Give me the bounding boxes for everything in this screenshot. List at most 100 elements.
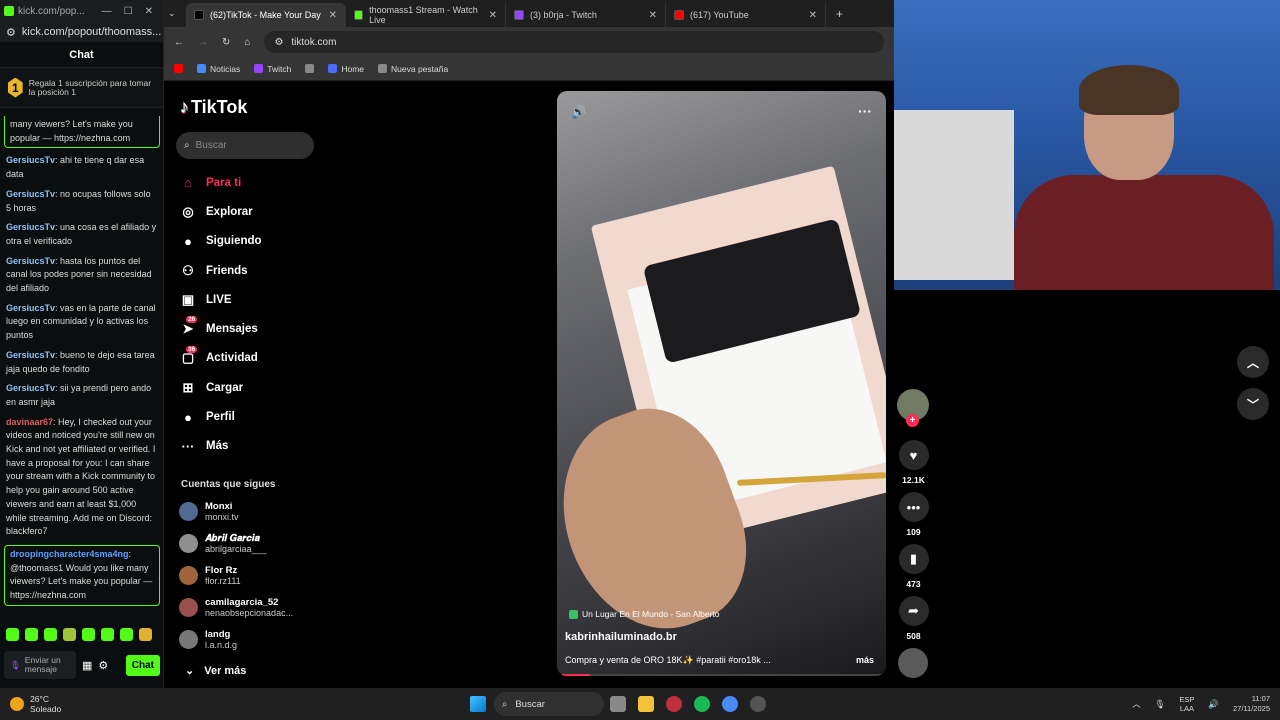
spotify-icon[interactable] [694, 696, 710, 712]
music-disc-icon[interactable] [898, 648, 928, 678]
browser-tab[interactable]: thoomass1 Stream - Watch Live ✕ [346, 3, 506, 27]
see-more-button[interactable]: ⌄ Ver más [185, 664, 246, 678]
browser-tab[interactable]: (62)TikTok - Make Your Day ✕ [186, 3, 346, 27]
url-field[interactable]: ⚙ tiktok.com [264, 31, 884, 53]
volume-tray-icon[interactable]: 🔊 [1208, 699, 1219, 710]
tab-close-icon[interactable]: ✕ [489, 10, 497, 21]
video-more-link[interactable]: más [856, 655, 874, 665]
share-icon[interactable]: ➦ [898, 596, 929, 626]
site-info-icon[interactable]: ⚙ [274, 37, 283, 48]
bookmark-item[interactable]: Noticias [197, 64, 240, 74]
app-icon[interactable] [666, 696, 682, 712]
site-settings-icon[interactable]: ⚙ [6, 26, 16, 39]
chat-username[interactable]: GersiucsTv [6, 189, 55, 199]
chat-username[interactable]: davinaar67 [6, 417, 53, 427]
file-explorer-icon[interactable] [638, 696, 654, 712]
chat-username[interactable]: GersiucsTv [6, 222, 55, 232]
nav-item-perfil[interactable]: ● Perfil [180, 402, 314, 431]
maximize-button[interactable]: ☐ [124, 6, 133, 17]
nav-item-mensajes[interactable]: ➤ Mensajes 26 [180, 314, 314, 343]
emote-icon[interactable] [120, 628, 133, 641]
store-icon[interactable]: ▦ [82, 659, 92, 672]
chat-send-button[interactable]: Chat [125, 654, 160, 676]
emote-icon[interactable] [6, 628, 19, 641]
chrome-icon[interactable] [722, 696, 738, 712]
following-account[interactable]: 𝑨𝒃𝒓𝒊𝒍 𝑮𝒂𝒓𝒄𝒊𝒂 abrilgarciaa___ [179, 533, 267, 554]
comment-icon[interactable]: ••• [898, 492, 929, 522]
back-icon[interactable]: ← [174, 37, 184, 48]
save-action[interactable]: ▮ 473 [897, 544, 930, 589]
nav-item-siguiendo[interactable]: ● Siguiendo [180, 227, 314, 256]
emote-icon[interactable] [101, 628, 114, 641]
start-button[interactable] [470, 696, 486, 712]
settings-gear-icon[interactable]: ⚙ [98, 659, 108, 672]
nav-item-friends[interactable]: ⚇ Friends [180, 256, 314, 285]
chat-username[interactable]: GersiucsTv [6, 383, 55, 393]
tiktok-search-input[interactable]: ⌕ Buscar [176, 132, 314, 159]
tab-close-icon[interactable]: ✕ [329, 10, 337, 21]
emote-icon[interactable] [44, 628, 57, 641]
video-progress[interactable] [557, 674, 886, 676]
weather-widget[interactable]: 26°C Soleado [10, 694, 61, 714]
browser-tab[interactable]: (3) b0rja - Twitch ✕ [506, 3, 666, 27]
tab-close-icon[interactable]: ✕ [809, 10, 817, 21]
taskbar-search[interactable]: ⌕ Buscar [494, 692, 604, 716]
new-tab-icon[interactable]: + [836, 7, 843, 21]
forward-icon[interactable]: → [198, 37, 208, 48]
chat-username[interactable]: GersiucsTv [6, 350, 55, 360]
bookmark-item[interactable]: Home [328, 64, 364, 74]
sub-gift-banner[interactable]: 1 Regala 1 suscripción para tomar la pos… [0, 68, 163, 108]
emote-icon[interactable] [25, 628, 38, 641]
bookmark-icon[interactable]: ▮ [898, 544, 929, 574]
language-indicator[interactable]: ESP LAA [1179, 695, 1194, 713]
task-view-icon[interactable] [610, 696, 626, 712]
following-account[interactable]: camilagarcia_52 nenaobsepcionadac... [179, 597, 293, 618]
nav-item-cargar[interactable]: ⊞ Cargar [180, 373, 314, 402]
tiktok-logo[interactable]: ♪ TikTok [180, 97, 247, 118]
tab-close-icon[interactable]: ✕ [649, 10, 657, 21]
video-username[interactable]: kabrinhailuminado.br [565, 631, 677, 643]
nav-item-actividad[interactable]: ▢ Actividad 36 [180, 344, 314, 373]
more-options-icon[interactable]: ··· [858, 103, 872, 119]
chat-username[interactable]: droopingcharacter4sma4ng [10, 549, 129, 559]
browser-tab[interactable]: (617) YouTube ✕ [666, 3, 826, 27]
mic-icon[interactable]: 🎙 [10, 660, 21, 670]
kick-url-bar[interactable]: ⚙ kick.com/popout/thoomass... [0, 22, 163, 42]
previous-video-button[interactable]: ︿ [1237, 346, 1269, 378]
chat-username[interactable]: GersiucsTv [6, 303, 55, 313]
bookmark-item[interactable] [174, 64, 183, 73]
emote-icon[interactable] [82, 628, 95, 641]
following-account[interactable]: landg l.a.n.d.g [179, 629, 237, 650]
chat-input[interactable]: 🎙 Enviar un mensaje [4, 651, 76, 679]
clock[interactable]: 11:07 27/11/2025 [1233, 694, 1270, 714]
chat-username[interactable]: GersiucsTv [6, 155, 55, 165]
following-account[interactable]: Monxi monxi.tv [179, 501, 239, 522]
tab-list-chevron-icon[interactable]: ⌄ [168, 8, 186, 19]
next-video-button[interactable]: ﹀ [1237, 388, 1269, 420]
bookmark-item[interactable]: Nueva pestaña [378, 64, 448, 74]
emote-icon[interactable] [139, 628, 152, 641]
share-action[interactable]: ➦ 508 [897, 596, 930, 641]
heart-icon[interactable]: ♥ [898, 440, 929, 470]
minimize-button[interactable]: — [102, 6, 112, 17]
mic-tray-icon[interactable]: 🎙 [1155, 699, 1166, 710]
nav-item-ms[interactable]: ··· Más [180, 432, 314, 461]
like-action[interactable]: ♥ 12.1K [897, 440, 930, 485]
tiktok-video-player[interactable]: 🔊 ··· Un Lugar En El Mundo - San Alberto… [557, 91, 886, 676]
comment-action[interactable]: ••• 109 [897, 492, 930, 537]
follow-plus-icon[interactable]: + [906, 414, 919, 427]
nav-item-parati[interactable]: ⌂ Para ti [180, 168, 314, 197]
chat-username[interactable]: GersiucsTv [6, 256, 55, 266]
video-music[interactable]: Un Lugar En El Mundo - San Alberto [569, 609, 720, 619]
reload-icon[interactable]: ↻ [222, 37, 230, 48]
obs-icon[interactable] [750, 696, 766, 712]
emote-icon[interactable] [63, 628, 76, 641]
bookmark-item[interactable] [305, 64, 315, 73]
close-button[interactable]: ✕ [145, 6, 153, 17]
volume-icon[interactable]: 🔊 [571, 105, 586, 119]
home-icon[interactable]: ⌂ [244, 37, 250, 48]
nav-item-live[interactable]: ▣ LIVE [180, 285, 314, 314]
tray-chevron-icon[interactable]: ︿ [1132, 698, 1141, 710]
bookmark-item[interactable]: Twitch [254, 64, 291, 74]
nav-item-explorar[interactable]: ◎ Explorar [180, 197, 314, 226]
